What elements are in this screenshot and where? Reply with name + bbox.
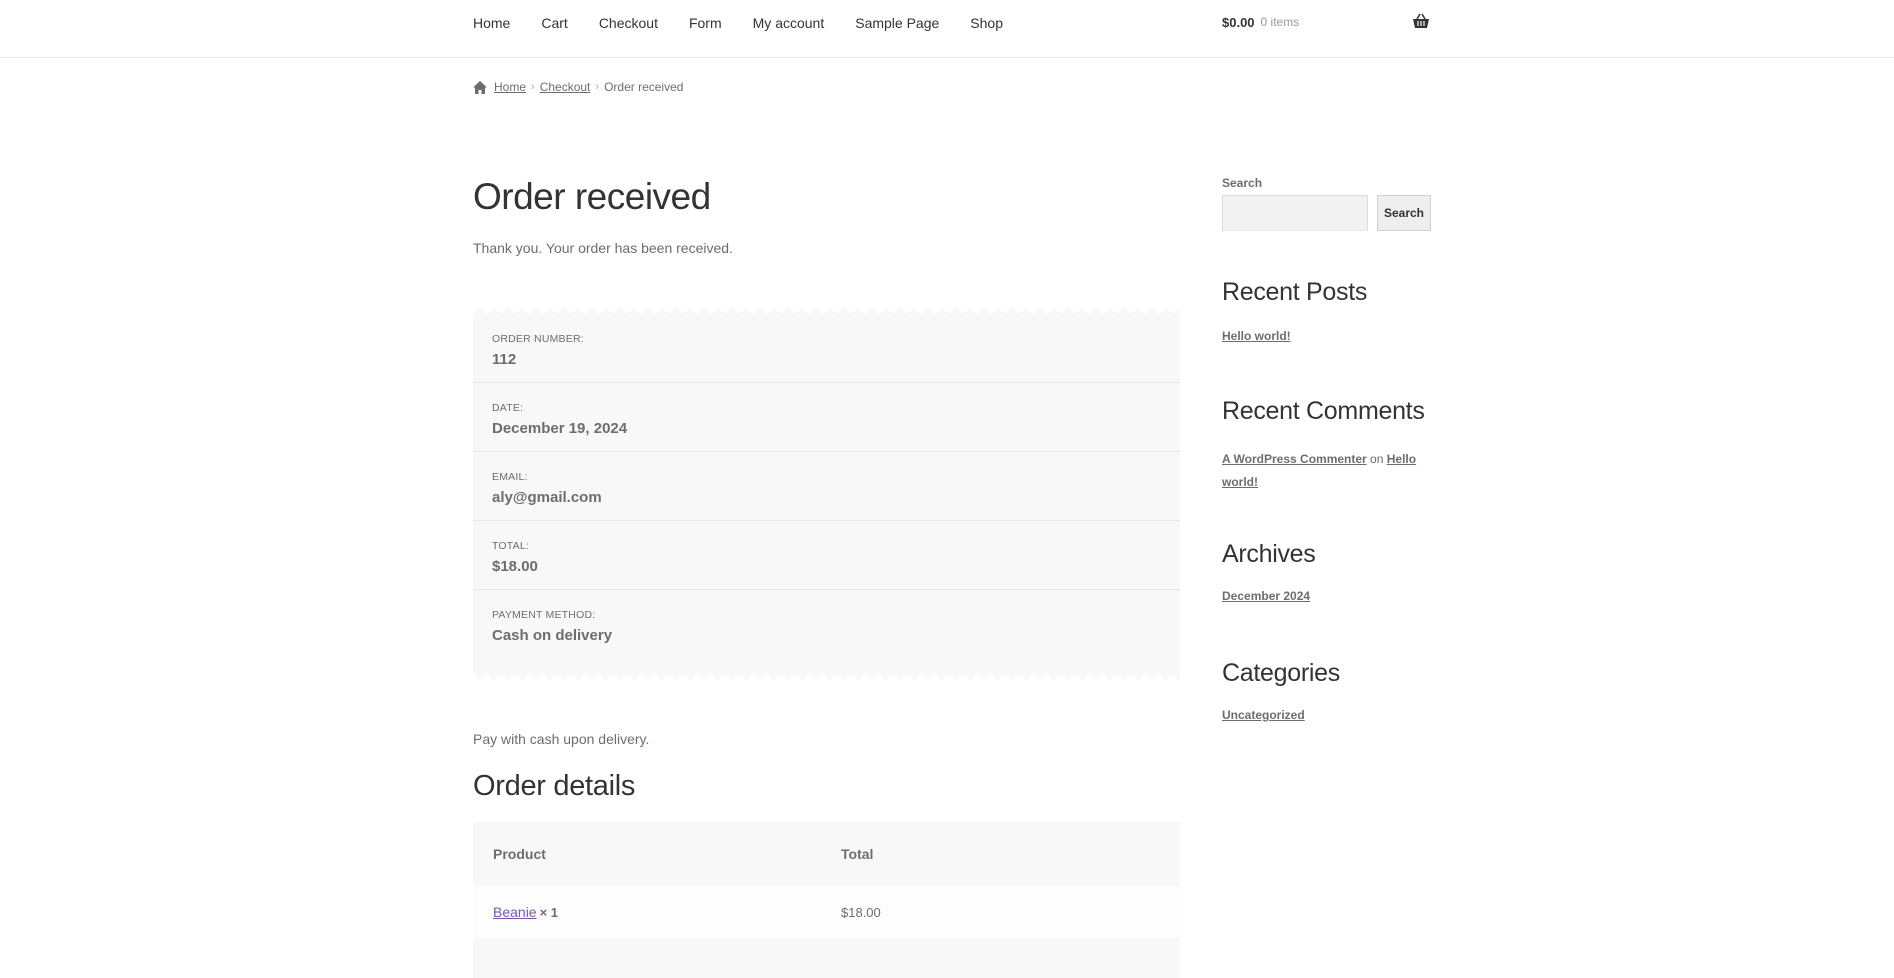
recent-comments-widget: Recent Comments A WordPress Commenter on… — [1222, 397, 1432, 494]
archive-link[interactable]: December 2024 — [1222, 589, 1315, 603]
page-title: Order received — [473, 176, 711, 217]
site-header: Home Cart Checkout Form My account Sampl… — [0, 0, 1894, 58]
table-header-total: Total — [841, 846, 874, 862]
header-cart[interactable]: $0.00 0 items — [1222, 12, 1430, 32]
search-button[interactable]: Search — [1377, 195, 1431, 231]
zigzag-bottom-edge — [473, 673, 1180, 681]
order-overview-body: Order number: 112 Date: December 19, 202… — [473, 314, 1180, 674]
table-row-partial — [473, 938, 1180, 978]
table-cell-total: $18.00 — [841, 904, 881, 920]
nav-item-form[interactable]: Form — [689, 15, 722, 31]
overview-label: Total: — [492, 540, 529, 552]
breadcrumb-checkout-link[interactable]: Checkout — [540, 80, 591, 94]
order-overview: Order number: 112 Date: December 19, 202… — [473, 306, 1180, 682]
breadcrumb-current: Order received — [604, 80, 684, 94]
product-link[interactable]: Beanie — [493, 904, 537, 920]
breadcrumb-separator: › — [531, 81, 535, 93]
order-details-table: Product Total Beanie × 1 $18.00 — [473, 822, 1180, 978]
breadcrumb-home-link[interactable]: Home — [494, 80, 526, 94]
cart-count: 0 items — [1260, 15, 1300, 29]
overview-date: Date: December 19, 2024 — [473, 383, 1180, 452]
overview-label: Payment method: — [492, 609, 596, 621]
overview-value: $18.00 — [492, 558, 538, 575]
home-icon — [473, 80, 487, 94]
overview-value: 112 — [492, 351, 517, 368]
search-label: Search — [1222, 176, 1263, 190]
categories-title: Categories — [1222, 659, 1340, 687]
primary-navigation: Home Cart Checkout Form My account Sampl… — [473, 0, 1034, 45]
nav-item-shop[interactable]: Shop — [970, 15, 1003, 31]
categories-widget: Categories Uncategorized — [1222, 659, 1340, 722]
overview-email: Email: aly@gmail.com — [473, 452, 1180, 521]
table-row: Beanie × 1 $18.00 — [473, 886, 1180, 938]
category-link[interactable]: Uncategorized — [1222, 708, 1340, 722]
payment-instructions: Pay with cash upon delivery. — [473, 731, 650, 747]
overview-payment-method: Payment method: Cash on delivery — [473, 590, 1180, 659]
overview-total: Total: $18.00 — [473, 521, 1180, 590]
table-cell-product: Beanie × 1 — [473, 904, 841, 920]
overview-value: aly@gmail.com — [492, 489, 602, 506]
recent-post-link[interactable]: Hello world! — [1222, 329, 1367, 343]
nav-item-checkout[interactable]: Checkout — [599, 15, 658, 31]
sidebar: Search Search Recent Posts Hello world! … — [1222, 174, 1432, 722]
recent-posts-title: Recent Posts — [1222, 278, 1368, 306]
overview-value: December 19, 2024 — [492, 420, 628, 437]
search-input[interactable] — [1222, 195, 1368, 231]
comment-author-link[interactable]: A WordPress Commenter — [1222, 452, 1367, 466]
breadcrumb: Home › Checkout › Order received — [473, 80, 683, 94]
overview-label: Order number: — [492, 333, 584, 345]
nav-item-sample-page[interactable]: Sample Page — [855, 15, 939, 31]
overview-order-number: Order number: 112 — [473, 314, 1180, 383]
table-header-row: Product Total — [473, 822, 1180, 886]
basket-icon[interactable] — [1412, 13, 1430, 29]
nav-item-home[interactable]: Home — [473, 15, 510, 31]
recent-comments-title: Recent Comments — [1222, 397, 1425, 425]
archives-widget: Archives December 2024 — [1222, 540, 1316, 603]
search-widget: Search Search — [1222, 174, 1432, 231]
thankyou-message: Thank you. Your order has been received. — [473, 240, 733, 256]
table-header-product: Product — [493, 846, 546, 862]
cart-amount: $0.00 — [1222, 14, 1255, 30]
recent-posts-widget: Recent Posts Hello world! — [1222, 278, 1367, 343]
comment-on-text: on — [1370, 452, 1384, 466]
main-content: Order received Thank you. Your order has… — [473, 170, 1180, 978]
overview-label: Date: — [492, 402, 524, 414]
product-quantity: × 1 — [539, 905, 559, 920]
archives-title: Archives — [1222, 540, 1316, 568]
breadcrumb-separator: › — [595, 81, 600, 93]
nav-item-my-account[interactable]: My account — [753, 15, 825, 31]
order-details-title: Order details — [473, 770, 636, 802]
recent-comment-item: A WordPress Commenter on Hello world! — [1222, 448, 1432, 494]
nav-item-cart[interactable]: Cart — [541, 15, 567, 31]
overview-value: Cash on delivery — [492, 627, 613, 644]
overview-label: Email: — [492, 471, 528, 483]
